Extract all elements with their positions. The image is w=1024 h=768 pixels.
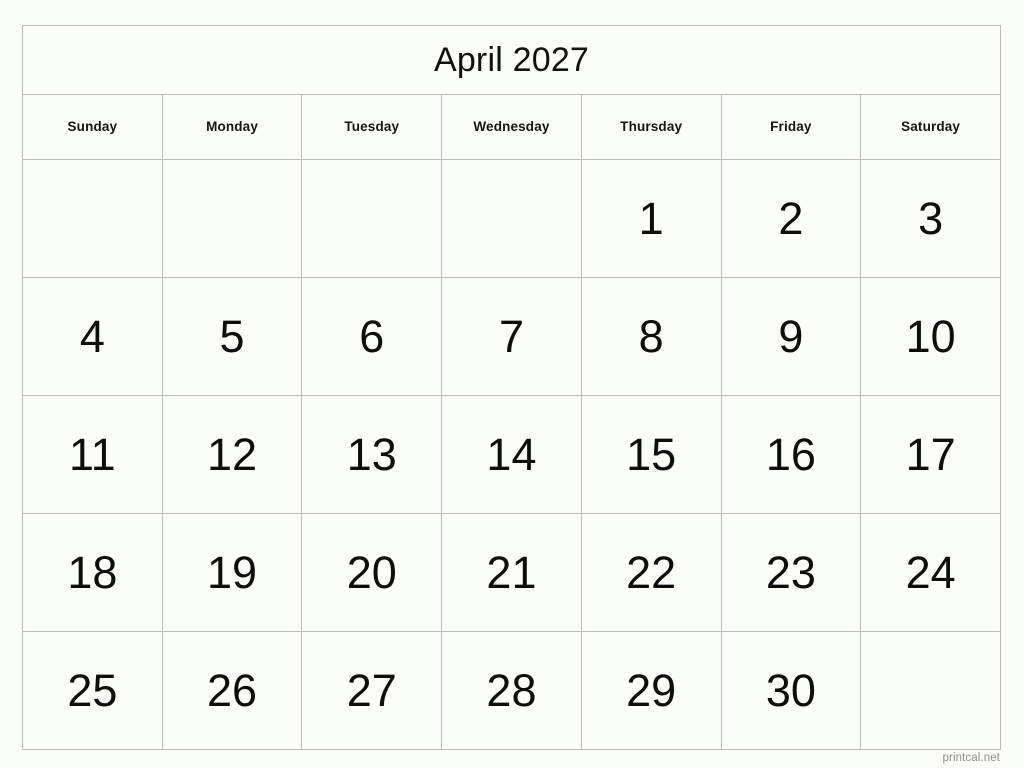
day-number: 16 [765,429,816,480]
day-cell[interactable]: 20 [301,513,443,632]
day-number: 25 [67,665,118,716]
calendar-week-row: 11 12 13 14 15 16 17 [22,395,1001,514]
day-number: 19 [207,547,258,598]
day-number: 23 [765,547,816,598]
day-cell[interactable]: 27 [301,631,443,750]
calendar-title: April 2027 [22,25,1001,95]
calendar-week-row: 25 26 27 28 29 30 [22,631,1001,750]
day-number: 22 [626,547,677,598]
day-number: 1 [638,193,664,244]
day-cell[interactable]: 17 [860,395,1001,514]
day-number: 8 [638,311,664,362]
day-number: 24 [905,547,956,598]
day-number: 15 [626,429,677,480]
calendar-week-row: 4 5 6 7 8 9 10 [22,277,1001,396]
calendar-page: April 2027 Sunday Monday Tuesday Wednesd… [0,0,1024,768]
day-number: 7 [498,311,524,362]
day-cell[interactable]: 8 [580,277,722,396]
day-cell[interactable]: 4 [22,277,163,396]
day-number: 3 [918,193,944,244]
day-cell[interactable]: 1 [580,159,722,278]
day-cell[interactable]: 30 [720,631,862,750]
day-number: 6 [359,311,385,362]
day-number: 26 [207,665,258,716]
day-cell[interactable]: 14 [441,395,582,514]
day-cell[interactable] [860,631,1001,750]
day-number: 12 [207,429,258,480]
day-cell[interactable]: 23 [720,513,862,632]
day-number: 18 [67,547,118,598]
day-number: 9 [778,311,804,362]
day-cell[interactable] [301,159,443,278]
day-cell[interactable]: 11 [22,395,163,514]
day-number: 30 [765,665,816,716]
weekday-header-sunday: Sunday [22,94,163,160]
day-cell[interactable]: 7 [441,277,582,396]
day-number: 2 [778,193,804,244]
day-cell[interactable]: 25 [22,631,163,750]
weekday-header-thursday: Thursday [580,94,722,160]
day-cell[interactable]: 28 [441,631,582,750]
site-watermark: printcal.net [942,751,1000,764]
weekday-header-monday: Monday [161,94,303,160]
day-number: 4 [79,311,105,362]
day-cell[interactable]: 18 [22,513,163,632]
weekday-header-wednesday: Wednesday [441,94,582,160]
calendar-week-row: 18 19 20 21 22 23 24 [22,513,1001,632]
day-cell[interactable]: 9 [720,277,862,396]
day-number: 28 [486,665,537,716]
day-number: 10 [905,311,956,362]
weekday-header-saturday: Saturday [860,94,1001,160]
day-number: 13 [346,429,397,480]
day-number: 21 [486,547,537,598]
day-cell[interactable]: 3 [860,159,1001,278]
day-cell[interactable]: 6 [301,277,443,396]
day-number: 17 [905,429,956,480]
day-cell[interactable]: 16 [720,395,862,514]
day-cell[interactable]: 2 [720,159,862,278]
day-cell[interactable]: 19 [161,513,303,632]
weekday-header-tuesday: Tuesday [301,94,443,160]
day-number: 27 [346,665,397,716]
day-cell[interactable]: 29 [580,631,722,750]
day-number: 11 [68,429,116,480]
day-cell[interactable]: 10 [860,277,1001,396]
day-number: 20 [346,547,397,598]
day-cell[interactable] [161,159,303,278]
day-cell[interactable]: 26 [161,631,303,750]
day-cell[interactable]: 5 [161,277,303,396]
day-cell[interactable]: 21 [441,513,582,632]
calendar-week-row: 1 2 3 [22,159,1001,278]
day-cell[interactable] [441,159,582,278]
day-cell[interactable]: 15 [580,395,722,514]
day-cell[interactable]: 12 [161,395,303,514]
day-cell[interactable] [22,159,163,278]
weekday-header-friday: Friday [720,94,862,160]
calendar-title-row: April 2027 [22,25,1001,95]
day-number: 5 [219,311,245,362]
weekday-header-row: Sunday Monday Tuesday Wednesday Thursday… [22,94,1001,160]
day-cell[interactable]: 22 [580,513,722,632]
day-number: 14 [486,429,537,480]
day-number: 29 [626,665,677,716]
day-cell[interactable]: 13 [301,395,443,514]
day-cell[interactable]: 24 [860,513,1001,632]
calendar-table: April 2027 Sunday Monday Tuesday Wednesd… [22,25,1001,750]
